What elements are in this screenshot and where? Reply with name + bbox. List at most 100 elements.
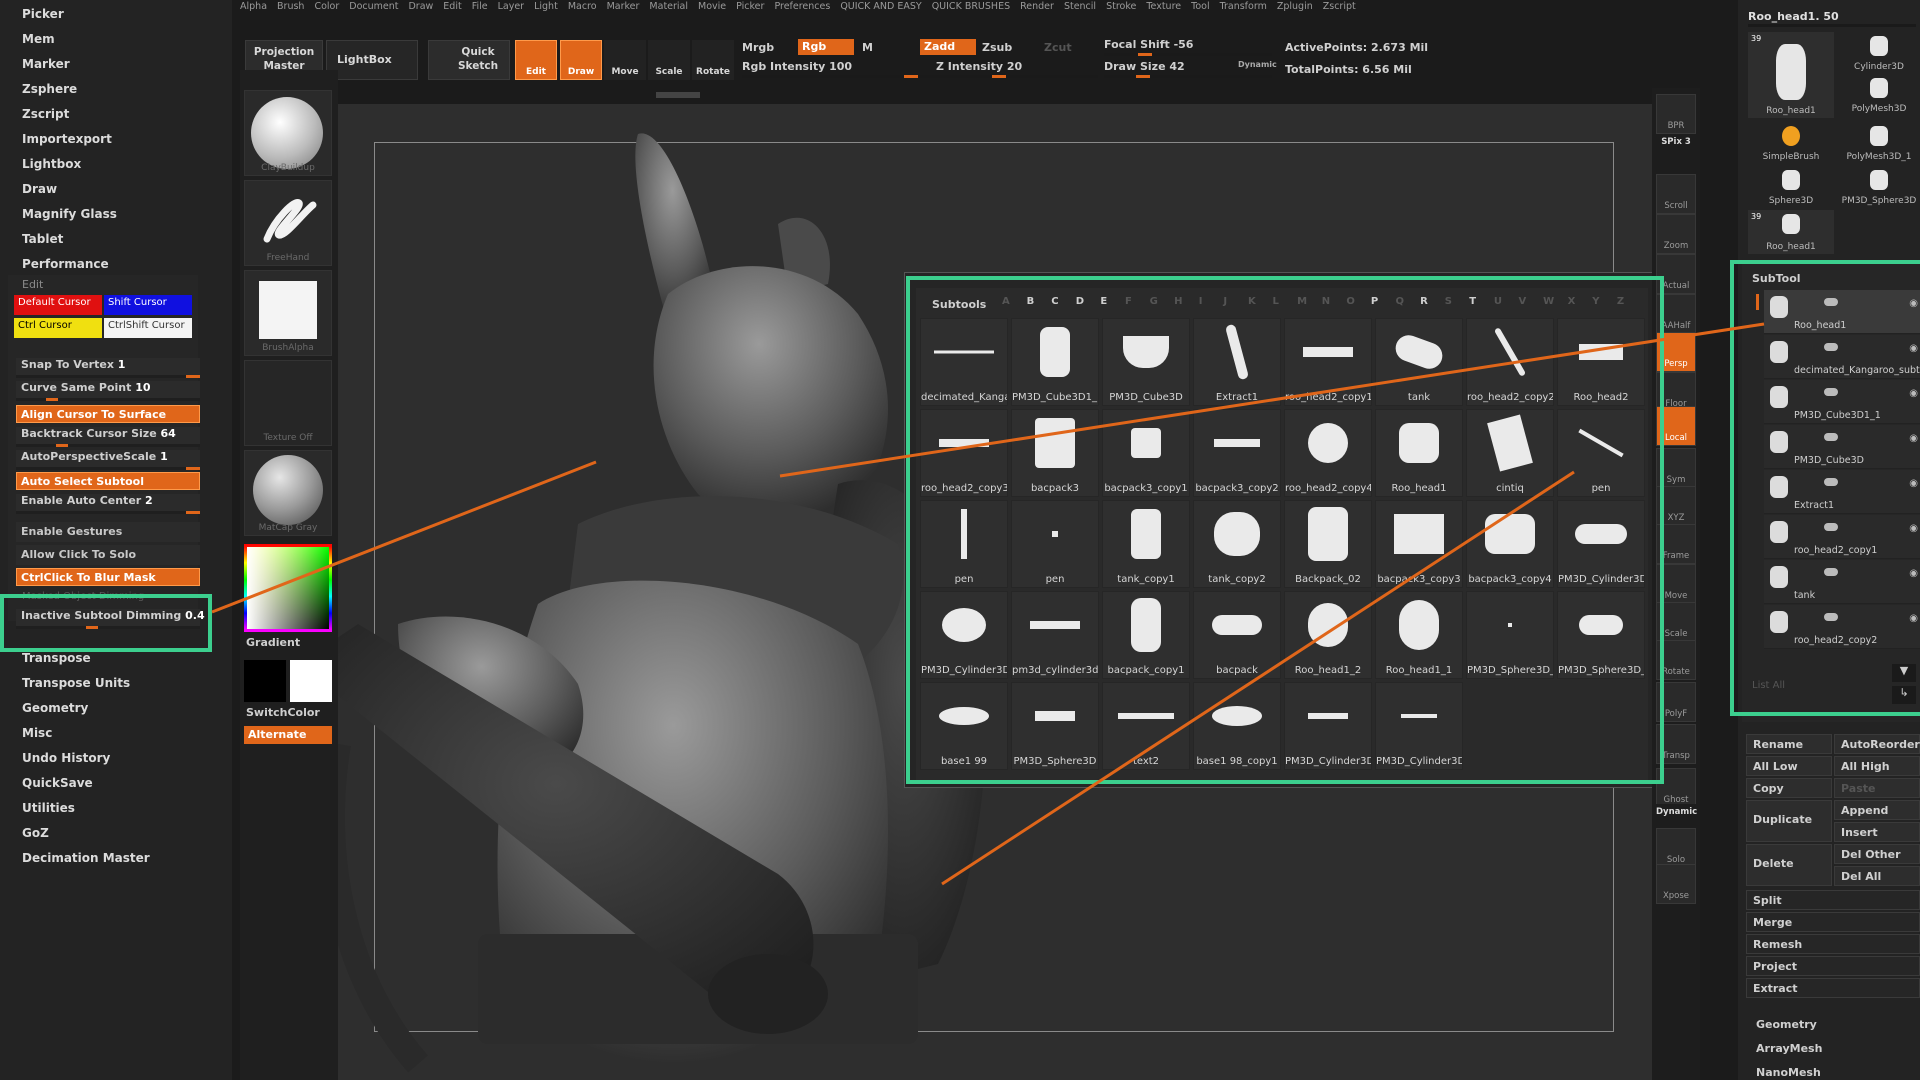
insert-button[interactable]: Insert (1834, 822, 1920, 842)
copy-button[interactable]: Copy (1746, 778, 1832, 798)
menu-document[interactable]: Document (345, 0, 404, 14)
bpr-render-icon[interactable]: BPR (1656, 94, 1696, 134)
gradient-label[interactable]: Gradient (246, 636, 300, 649)
ctrlshift-cursor-swatch[interactable]: CtrlShift Cursor (104, 318, 192, 338)
material-thumbnail[interactable]: MatCap Gray (244, 450, 332, 536)
tool-thumbnail[interactable]: 39Roo_head1 (1748, 210, 1834, 254)
brush-thumbnail[interactable]: ClayBuildup (244, 90, 332, 176)
left-menu-magnify-glass[interactable]: Magnify Glass (22, 207, 117, 221)
color-picker[interactable] (244, 544, 332, 632)
menu-stencil[interactable]: Stencil (1060, 0, 1102, 14)
left-menu-transpose-units[interactable]: Transpose Units (22, 676, 130, 690)
left-menu-zscript[interactable]: Zscript (22, 107, 69, 121)
left-menu-utilities[interactable]: Utilities (22, 801, 75, 815)
menu-material[interactable]: Material (645, 0, 694, 14)
append-button[interactable]: Append (1834, 800, 1920, 820)
menu-layer[interactable]: Layer (494, 0, 531, 14)
zsub-button[interactable]: Zsub (982, 41, 1012, 54)
rotate-mode-button[interactable]: Rotate (692, 40, 734, 80)
menu-render[interactable]: Render (1016, 0, 1060, 14)
left-menu-quicksave[interactable]: QuickSave (22, 776, 93, 790)
m-button[interactable]: M (862, 41, 873, 54)
geometry-subpalette[interactable]: Geometry (1756, 1018, 1817, 1031)
split-button[interactable]: Split (1746, 890, 1920, 910)
enable-gestures-toggle[interactable]: Enable Gestures (16, 522, 200, 542)
menu-preferences[interactable]: Preferences (770, 0, 836, 14)
arraymesh-subpalette[interactable]: ArrayMesh (1756, 1042, 1822, 1055)
menu-tool[interactable]: Tool (1187, 0, 1215, 14)
backtrack-cursor-size-slider[interactable]: Backtrack Cursor Size 64 (16, 427, 200, 447)
shift-cursor-swatch[interactable]: Shift Cursor (104, 295, 192, 315)
autoperspective-scale-slider[interactable]: AutoPerspectiveScale 1 (16, 450, 200, 470)
dynamic-toggle[interactable]: Dynamic (1238, 60, 1277, 69)
left-menu-picker[interactable]: Picker (22, 7, 64, 21)
menu-zplugin[interactable]: Zplugin (1273, 0, 1319, 14)
alternate-button[interactable]: Alternate (244, 726, 332, 744)
enable-auto-center-slider[interactable]: Enable Auto Center 2 (16, 494, 200, 514)
draw-size-slider[interactable]: Draw Size 42 (1104, 60, 1185, 73)
xpose-icon[interactable]: Xpose (1656, 864, 1696, 904)
menu-file[interactable]: File (468, 0, 494, 14)
left-menu-misc[interactable]: Misc (22, 726, 52, 740)
z-intensity-slider[interactable]: Z Intensity 20 (936, 60, 1022, 73)
left-menu-decimation-master[interactable]: Decimation Master (22, 851, 150, 865)
tool-thumbnail[interactable]: 39Roo_head1 (1748, 32, 1834, 118)
menu-quick-brushes[interactable]: QUICK BRUSHES (928, 0, 1016, 14)
mrgb-button[interactable]: Mrgb (742, 41, 774, 54)
menu-edit[interactable]: Edit (439, 0, 467, 14)
alpha-thumbnail[interactable]: BrushAlpha (244, 270, 332, 356)
menu-light[interactable]: Light (530, 0, 564, 14)
snap-to-vertex-slider[interactable]: Snap To Vertex 1 (16, 358, 200, 378)
menu-movie[interactable]: Movie (694, 0, 732, 14)
menu-alpha[interactable]: Alpha (236, 0, 273, 14)
switchcolor-button[interactable]: SwitchColor (246, 706, 320, 719)
tool-thumbnail[interactable]: Cylinder3D (1836, 32, 1920, 74)
merge-button[interactable]: Merge (1746, 912, 1920, 932)
left-menu-draw[interactable]: Draw (22, 182, 57, 196)
ctrl-cursor-swatch[interactable]: Ctrl Cursor (14, 318, 102, 338)
nanomesh-subpalette[interactable]: NanoMesh (1756, 1066, 1821, 1079)
tool-thumbnail[interactable]: PolyMesh3D_1 (1836, 122, 1920, 164)
left-menu-lightbox[interactable]: Lightbox (22, 157, 81, 171)
lightbox-button[interactable]: LightBox (326, 40, 418, 80)
texture-thumbnail[interactable]: Texture Off (244, 360, 332, 446)
all-low-button[interactable]: All Low (1746, 756, 1832, 776)
tool-thumbnail[interactable]: PM3D_Sphere3D (1836, 166, 1920, 208)
rgb-button[interactable]: Rgb (798, 39, 854, 55)
tool-thumbnail[interactable]: SimpleBrush (1748, 122, 1834, 164)
ctrlclick-to-blur-mask-button[interactable]: CtrlClick To Blur Mask (16, 568, 200, 586)
stroke-thumbnail[interactable]: FreeHand (244, 180, 332, 266)
canvas-scroll-handle[interactable] (656, 92, 700, 98)
scale-mode-button[interactable]: Scale (648, 40, 690, 80)
menu-draw[interactable]: Draw (404, 0, 439, 14)
left-menu-zsphere[interactable]: Zsphere (22, 82, 77, 96)
left-menu-importexport[interactable]: Importexport (22, 132, 112, 146)
menu-macro[interactable]: Macro (564, 0, 603, 14)
scroll-icon[interactable]: Scroll (1656, 174, 1696, 214)
solo-icon[interactable]: Solo (1656, 828, 1696, 868)
zcut-button[interactable]: Zcut (1044, 41, 1072, 54)
menu-stroke[interactable]: Stroke (1102, 0, 1142, 14)
dynamic-icon[interactable]: Dynamic (1656, 804, 1696, 822)
left-menu-undo-history[interactable]: Undo History (22, 751, 110, 765)
all-high-button[interactable]: All High (1834, 756, 1920, 776)
menu-quick-and-easy[interactable]: QUICK AND EASY (836, 0, 927, 14)
autoreorder-button[interactable]: AutoReorder (1834, 734, 1920, 754)
rgb-intensity-slider[interactable]: Rgb Intensity 100 (742, 60, 852, 73)
project-button[interactable]: Project (1746, 956, 1920, 976)
align-cursor-to-surface-button[interactable]: Align Cursor To Surface (16, 405, 200, 423)
auto-select-subtool-button[interactable]: Auto Select Subtool (16, 472, 200, 490)
allow-click-to-solo-toggle[interactable]: Allow Click To Solo (16, 545, 200, 565)
left-menu-transpose[interactable]: Transpose (22, 651, 91, 665)
default-cursor-swatch[interactable]: Default Cursor (14, 295, 102, 315)
spix-slider[interactable]: SPix 3 (1656, 134, 1696, 152)
tool-slider-track[interactable] (1748, 24, 1916, 27)
delete-button[interactable]: Delete (1746, 844, 1832, 886)
secondary-color-swatch[interactable] (290, 660, 332, 702)
del-other-button[interactable]: Del Other (1834, 844, 1920, 864)
rename-button[interactable]: Rename (1746, 734, 1832, 754)
menu-texture[interactable]: Texture (1142, 0, 1187, 14)
left-menu-marker[interactable]: Marker (22, 57, 70, 71)
move-mode-button[interactable]: Move (604, 40, 646, 80)
zoom-icon[interactable]: Zoom (1656, 214, 1696, 254)
